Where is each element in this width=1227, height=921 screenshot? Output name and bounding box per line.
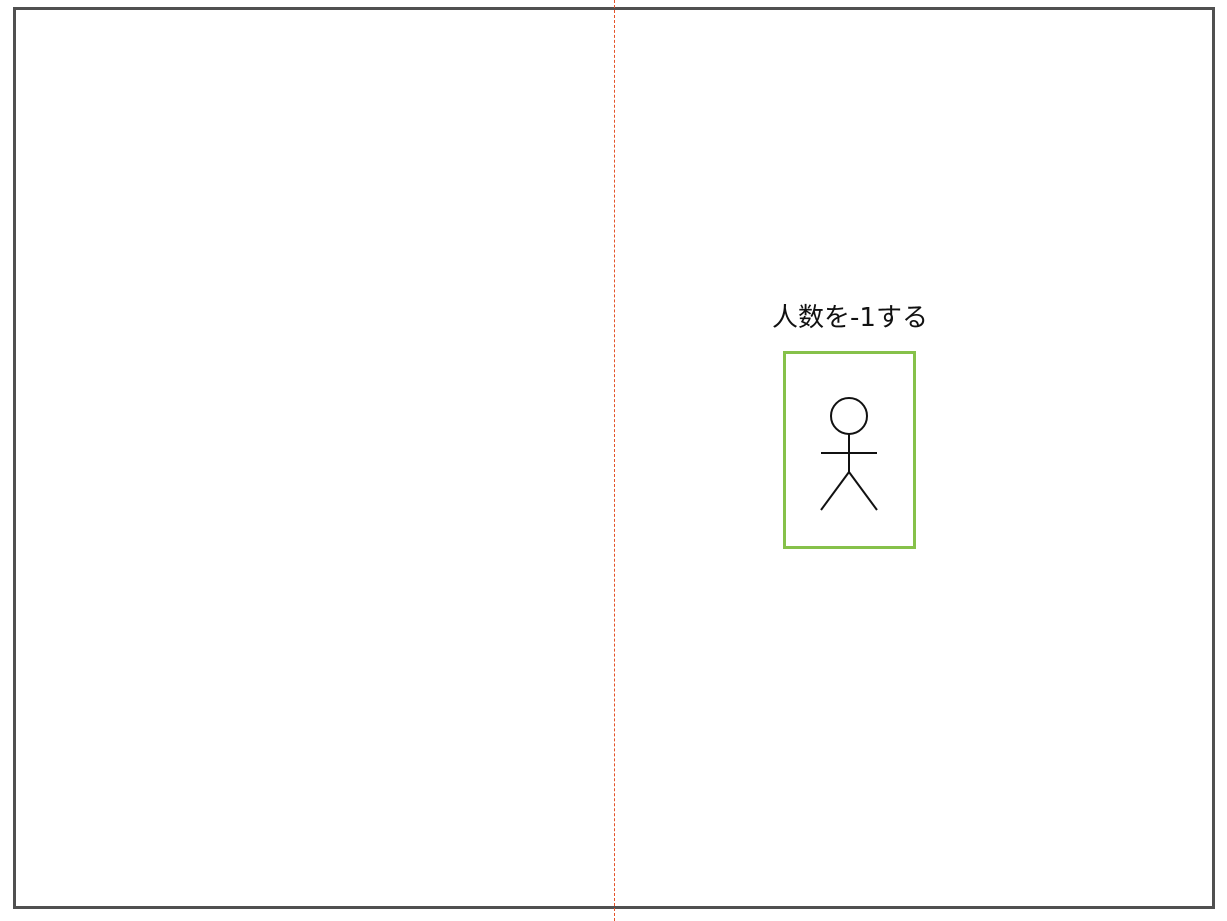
actor-caption: 人数を-1する bbox=[772, 303, 928, 333]
center-divider-line bbox=[614, 0, 615, 921]
stick-figure-person-icon bbox=[820, 397, 878, 511]
diagram-canvas: 人数を-1する bbox=[0, 0, 1227, 921]
actor-box[interactable] bbox=[783, 351, 916, 549]
